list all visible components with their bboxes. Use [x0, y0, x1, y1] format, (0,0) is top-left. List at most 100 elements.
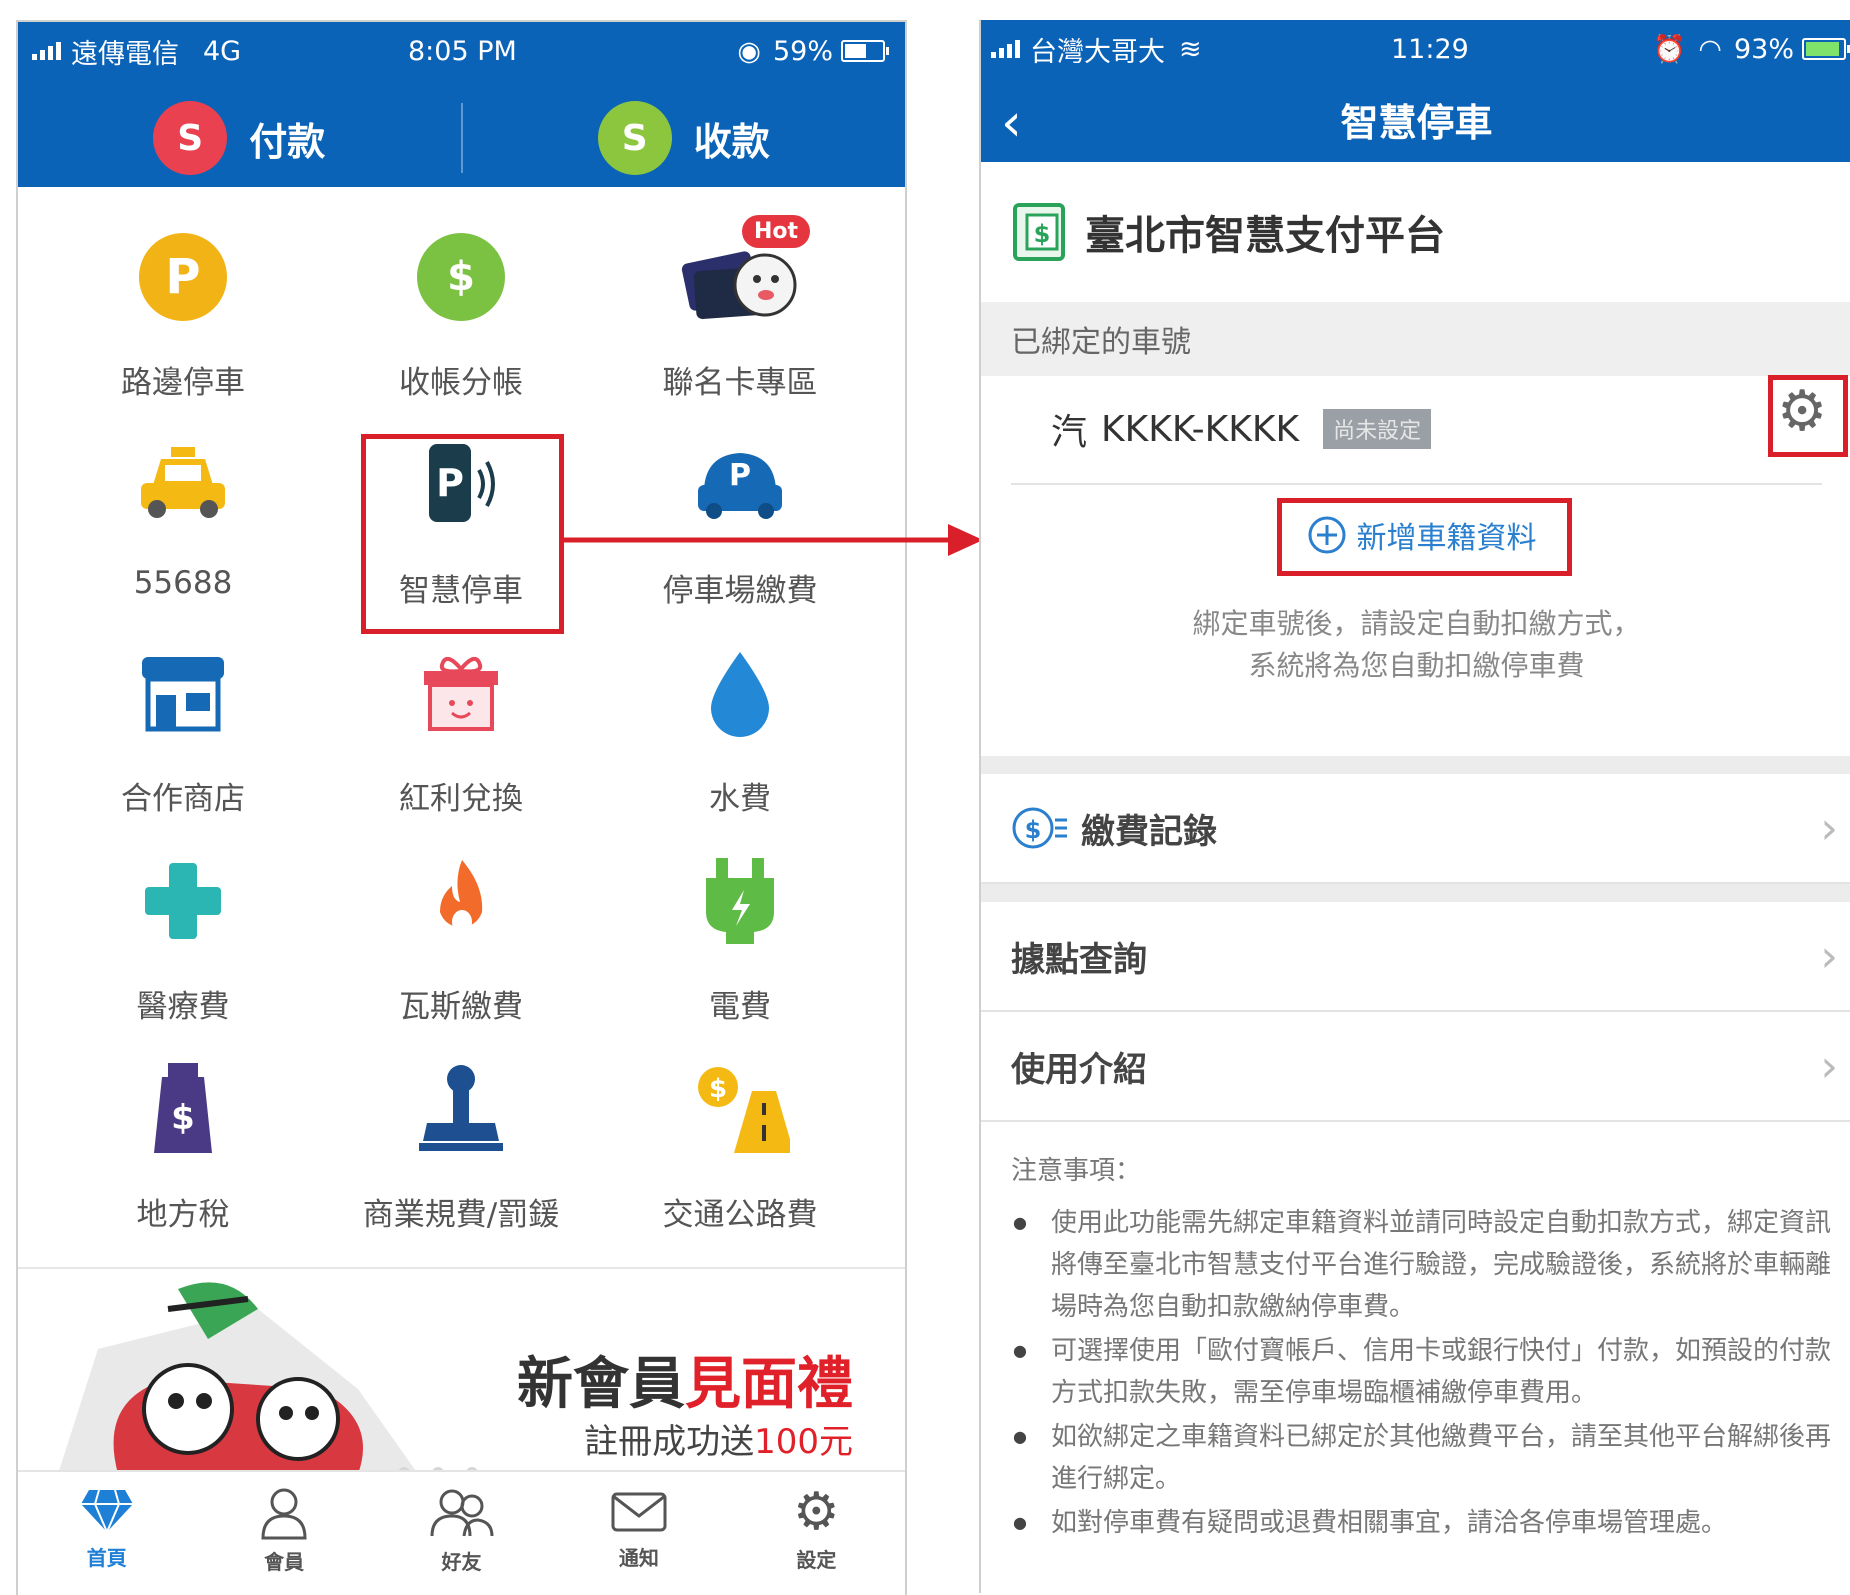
section-gap [981, 756, 1850, 774]
plate-row[interactable]: 汽 KKKK-KKKK 尚未設定 [1011, 375, 1822, 485]
mail-icon [611, 1492, 667, 1532]
tab-label: 首頁 [86, 1546, 127, 1570]
banner-subtitle: 註冊成功送100元 [584, 1422, 853, 1462]
page-title: 智慧停車 [1340, 101, 1493, 145]
tab-member[interactable]: 會員 [195, 1472, 372, 1595]
notes-title: 注意事項： [1011, 1156, 1142, 1186]
signal-icon [32, 42, 61, 60]
plate-number: KKKK-KKKK [1101, 408, 1300, 450]
grid-label: 商業規費/罰鍰 [362, 1197, 560, 1233]
grid-item-toll-road[interactable]: $ 交通公路費 [610, 1059, 870, 1239]
battery-percent: 93% [1733, 33, 1794, 65]
grid-item-roadside-parking[interactable]: P 路邊停車 [53, 227, 313, 407]
grid-label: 醫療費 [136, 989, 230, 1025]
notes-section: 注意事項： 使用此功能需先綁定車籍資料並請同時設定自動扣款方式，綁定資訊將傳至臺… [1011, 1150, 1838, 1546]
tab-friends[interactable]: 好友 [373, 1472, 550, 1595]
platform-header: $ 臺北市智慧支付平台 [981, 162, 1850, 302]
battery-icon [841, 40, 889, 62]
water-drop-icon [711, 652, 769, 737]
chevron-right-icon: › [1820, 1040, 1838, 1092]
grid-item-gas-fee[interactable]: 瓦斯繳費 [331, 851, 591, 1031]
svg-text:$: $ [1025, 816, 1042, 844]
location-icon: ◉ [737, 35, 761, 67]
menu-payment-records[interactable]: $ 繳費記錄 › [981, 774, 1850, 884]
signal-icon [991, 40, 1020, 58]
grid-item-medical-fee[interactable]: 醫療費 [53, 851, 313, 1031]
pay-button[interactable]: S 付款 [18, 101, 461, 175]
status-badge: 尚未設定 [1323, 409, 1432, 449]
grid-label: 水費 [709, 781, 771, 817]
grid-item-cobrand-card[interactable]: Hot 聯名卡專區 [610, 215, 870, 407]
carrier-label: 台灣大哥大 [1030, 36, 1165, 68]
chevron-right-icon: › [1820, 930, 1838, 982]
svg-text:$: $ [171, 1098, 195, 1138]
highlight-add-vehicle [1277, 498, 1572, 576]
note-item: 可選擇使用「歐付寶帳戶、信用卡或銀行快付」付款，如預設的付款方式扣款失敗，需至停… [1013, 1330, 1838, 1414]
grid-item-partner-store[interactable]: 合作商店 [53, 643, 313, 823]
status-bar: 台灣大哥大 ≋ 11:29 ⏰ ◠ 93% [981, 20, 1850, 78]
grid-item-water-fee[interactable]: 水費 [610, 643, 870, 823]
hint-line: 綁定車號後，請設定自動扣繳方式， [1192, 607, 1641, 640]
right-phone-screen: 台灣大哥大 ≋ 11:29 ⏰ ◠ 93% ‹ 智慧停車 $ 臺北市智慧支付平台… [979, 20, 1850, 1593]
battery-percent: 59% [772, 35, 833, 67]
parking-lot-icon: P [698, 453, 782, 519]
bound-plates-header: 已綁定的車號 [981, 302, 1850, 376]
tax-building-icon: $ [154, 1063, 212, 1153]
grid-item-electric-fee[interactable]: 電費 [610, 851, 870, 1031]
menu-label: 據點查詢 [1011, 939, 1147, 980]
note-item: 如對停車費有疑問或退費相關事宜，請洽各停車場管理處。 [1013, 1502, 1838, 1544]
note-item: 使用此功能需先綁定車籍資料並請同時設定自動扣款方式，綁定資訊將傳至臺北市智慧支付… [1013, 1202, 1838, 1328]
tab-label: 好友 [441, 1550, 482, 1574]
grid-item-business-fee[interactable]: 商業規費/罰鍰 [331, 1059, 591, 1239]
medical-cross-icon [145, 863, 221, 939]
pay-icon: S [153, 101, 228, 175]
taxi-icon [141, 447, 225, 518]
grid-item-bonus-exchange[interactable]: 紅利兌換 [331, 643, 591, 823]
status-bar: 遠傳電信 4G 8:05 PM ◉ 59% [18, 22, 905, 80]
tab-label: 通知 [618, 1546, 659, 1570]
grid-label: 聯名卡專區 [662, 365, 818, 401]
tab-notifications[interactable]: 通知 [550, 1472, 727, 1595]
promo-banner[interactable]: 新會員見面禮 註冊成功送100元 [18, 1267, 905, 1479]
hint-line: 系統將為您自動扣繳停車費 [1248, 649, 1585, 682]
member-icon [261, 1488, 307, 1540]
status-time: 11:29 [1391, 33, 1469, 65]
receive-label: 收款 [693, 119, 770, 164]
headphone-icon: ◠ [1698, 33, 1722, 65]
grid-label: 電費 [709, 989, 771, 1025]
mascot-illustration [58, 1282, 418, 1474]
network-label: 4G [203, 35, 242, 67]
hot-badge: Hot [741, 215, 810, 248]
gift-icon [424, 657, 498, 731]
vehicle-type: 汽 [1051, 412, 1088, 453]
binding-hint: 綁定車號後，請設定自動扣繳方式， 系統將為您自動扣繳停車費 [981, 603, 1850, 687]
svg-text:$: $ [1034, 220, 1051, 248]
receive-button[interactable]: S 收款 [463, 101, 906, 175]
friends-icon [430, 1489, 494, 1537]
menu-location-search[interactable]: 據點查詢 › [981, 902, 1850, 1012]
electric-plug-icon [706, 858, 774, 944]
menu-label: 使用介紹 [1011, 1049, 1147, 1090]
carrier-label: 遠傳電信 [71, 38, 179, 70]
tab-settings[interactable]: ⚙ 設定 [728, 1472, 905, 1595]
grid-item-split-bill[interactable]: $ 收帳分帳 [331, 227, 591, 407]
grid-label: 收帳分帳 [399, 365, 523, 401]
split-bill-icon: $ [417, 233, 505, 321]
bottom-tab-bar: 首頁 會員 好友 通知 ⚙ 設定 [18, 1470, 905, 1595]
grid-label: 合作商店 [121, 781, 245, 817]
grid-item-taxi[interactable]: 55688 [53, 435, 313, 615]
pay-label: 付款 [249, 119, 326, 164]
section-gap [981, 884, 1850, 902]
svg-text:P: P [729, 458, 751, 493]
grid-label: 55688 [133, 565, 233, 601]
svg-text:$: $ [709, 1074, 727, 1104]
tab-home[interactable]: 首頁 [18, 1472, 195, 1595]
grid-label: 停車場繳費 [662, 573, 818, 609]
platform-logo-icon: $ [1013, 203, 1065, 261]
parking-coin-icon: P [139, 233, 227, 321]
banner-title: 新會員見面禮 [517, 1352, 853, 1417]
menu-usage-intro[interactable]: 使用介紹 › [981, 1012, 1850, 1122]
battery-icon [1802, 38, 1850, 60]
grid-item-local-tax[interactable]: $ 地方稅 [53, 1059, 313, 1239]
grid-label: 地方稅 [136, 1197, 230, 1233]
